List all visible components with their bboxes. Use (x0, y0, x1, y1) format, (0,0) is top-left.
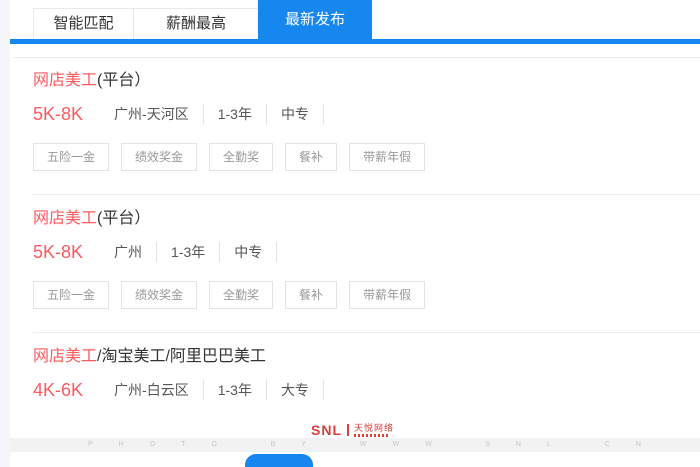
job-title-rest: (平台） (97, 210, 151, 227)
job-card[interactable]: 网店美工(平台） 5K-8K 广州-天河区 1-3年 中专五险一金 绩效奖金 全勤奖 餐补 带薪… (33, 57, 700, 195)
job-list-panel: 智能匹配 薪酬最高 最新发布 网店美工(平台） 5K-8K 广州-天河区 1-3年 中专 五险… (0, 0, 700, 467)
job-title-highlight: 网店美工 (33, 348, 98, 365)
benefit-tag: 餐补 (285, 281, 338, 309)
job-title-highlight: 网店美工 (33, 210, 98, 227)
benefit-tag: 绩效奖金 (121, 143, 198, 171)
job-title[interactable]: 网店美工/淘宝美工/阿里巴巴美工 (33, 349, 700, 365)
job-location: 广州-天河区 (100, 104, 204, 124)
job-experience: 1-3年 (204, 104, 267, 124)
benefit-tag: 五险一金 (33, 143, 110, 171)
job-meta-row: 5K-8K 广州-天河区 1-3年 中专 (33, 102, 700, 126)
job-meta-row: 5K-8K 广州 1-3年 中专 (33, 240, 700, 264)
snl-logo-subline (354, 434, 388, 437)
job-card[interactable]: 网店美工(平台） 5K-8K 广州 1-3年 中专五险一金 绩效奖金 全勤奖 餐补 带薪年假 (33, 195, 700, 333)
snl-watermark-logo: SNL 天悦网络 (311, 422, 394, 438)
job-card[interactable]: 网店美工/淘宝美工/阿里巴巴美工 4K-6K 广州-白云区 1-3年 大专 (33, 333, 700, 425)
bottom-blue-button[interactable] (245, 454, 313, 467)
job-education: 中专 (220, 242, 278, 262)
tab-bar: 智能匹配 薪酬最高 最新发布 (10, 0, 700, 44)
page-background-strip (0, 0, 10, 467)
benefit-tag: 餐补 (285, 143, 338, 171)
job-salary: 4K-6K (33, 380, 84, 400)
job-title[interactable]: 网店美工(平台） (33, 73, 700, 89)
tab-1[interactable]: 智能匹配 (33, 8, 133, 39)
job-location: 广州-白云区 (100, 380, 204, 400)
snl-logo-cn-text: 天悦网络 (354, 423, 395, 433)
snl-logo-text: SNL (311, 422, 342, 438)
job-title-highlight: 网店美工 (33, 72, 98, 89)
tab-2[interactable]: 薪酬最高 (133, 8, 258, 39)
job-benefit-tags: 五险一金 绩效奖金 全勤奖 餐补 带薪年假 (33, 281, 700, 309)
tab-3[interactable]: 最新发布 (258, 0, 372, 39)
benefit-tag: 全勤奖 (209, 143, 274, 171)
job-benefit-tags: 五险一金 绩效奖金 全勤奖 餐补 带薪年假 (33, 143, 700, 171)
job-experience: 1-3年 (204, 380, 267, 400)
benefit-tag: 带薪年假 (349, 143, 426, 171)
photo-credit-text: PHOTO BY WWW.SNL.CN (88, 441, 667, 448)
job-education: 中专 (267, 104, 324, 124)
job-education: 大专 (267, 380, 324, 400)
job-salary: 5K-8K (33, 242, 84, 262)
job-title[interactable]: 网店美工(平台） (33, 211, 700, 227)
job-salary: 5K-8K (33, 104, 84, 124)
photo-credit-bar: PHOTO BY WWW.SNL.CN (10, 438, 700, 452)
job-location: 广州 (100, 242, 158, 262)
benefit-tag: 五险一金 (33, 281, 110, 309)
job-title-rest: (平台） (97, 72, 151, 89)
job-title-rest: /淘宝美工/阿里巴巴美工 (97, 348, 266, 365)
benefit-tag: 绩效奖金 (121, 281, 198, 309)
benefit-tag: 带薪年假 (349, 281, 426, 309)
bottom-strip (10, 452, 700, 467)
job-meta-row: 4K-6K 广州-白云区 1-3年 大专 (33, 378, 700, 402)
active-tab-underline (10, 39, 700, 44)
benefit-tag: 全勤奖 (209, 281, 274, 309)
snl-logo-divider (347, 424, 349, 436)
job-experience: 1-3年 (157, 242, 221, 262)
job-list-content: 网店美工(平台） 5K-8K 广州-天河区 1-3年 中专 五险一金 绩效奖金 全勤奖 餐补 带薪… (10, 44, 700, 467)
